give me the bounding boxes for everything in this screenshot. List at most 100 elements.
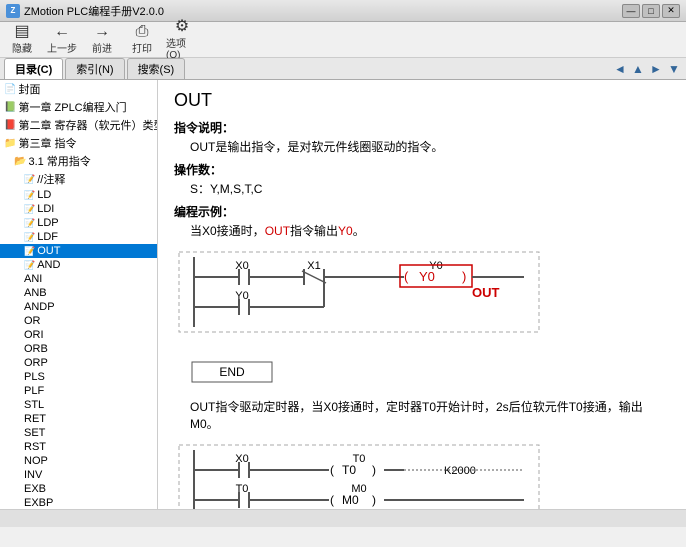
back-icon: ←	[54, 24, 70, 40]
nav-up-button[interactable]: ▲	[630, 61, 646, 77]
ld-icon: 📝	[24, 190, 35, 201]
chapter3-icon: 📁	[4, 138, 16, 149]
section31-icon: 📂	[14, 156, 26, 167]
sidebar-item-and[interactable]: 📝 AND	[0, 258, 157, 272]
svg-text:(: (	[404, 269, 409, 284]
svg-text:T0: T0	[236, 483, 249, 495]
svg-text:): )	[372, 493, 376, 507]
svg-text:): )	[372, 463, 376, 477]
svg-text:OUT: OUT	[472, 285, 500, 300]
ladder-svg-1: X0 X1 Y0 ( Y0 )	[174, 247, 554, 337]
and-icon: 📝	[24, 260, 35, 271]
sidebar-item-or[interactable]: OR	[0, 314, 157, 328]
sidebar-item-chapter1[interactable]: 📗 第一章 ZPLC编程入门	[0, 98, 157, 116]
sidebar-item-nop[interactable]: NOP	[0, 454, 157, 468]
svg-text:X0: X0	[235, 453, 248, 465]
sidebar-item-ani[interactable]: ANI	[0, 272, 157, 286]
end-block-svg: END	[190, 357, 310, 387]
back-label: 上一步	[47, 40, 77, 55]
tab-contents[interactable]: 目录(C)	[4, 58, 63, 79]
sidebar-item-set[interactable]: SET	[0, 426, 157, 440]
svg-text:Y0: Y0	[419, 269, 435, 284]
sidebar-item-comment[interactable]: 📝 //注释	[0, 170, 157, 188]
nav-forward-button[interactable]: ►	[648, 61, 664, 77]
svg-text:(: (	[330, 493, 334, 507]
maximize-button[interactable]: □	[642, 4, 660, 18]
sidebar-item-orp[interactable]: ORP	[0, 356, 157, 370]
main-area: 📄 封面 📗 第一章 ZPLC编程入门 📕 第二章 寄存器（软元件）类型 📁 第…	[0, 80, 686, 509]
nav-expand-button[interactable]: ▼	[666, 61, 682, 77]
title-bar: Z ZMotion PLC编程手册V2.0.0 — □ ✕	[0, 0, 686, 22]
toolbar: ▤ 隐藏 ← 上一步 → 前进 ⎙ 打印 ⚙ 选项(O)	[0, 22, 686, 58]
sidebar-item-cover[interactable]: 📄 封面	[0, 80, 157, 98]
nav-back-button[interactable]: ◄	[612, 61, 628, 77]
timer-desc: OUT指令驱动定时器，当X0接通时，定时器T0开始计时，2s后位软元件T0接通，…	[190, 398, 670, 432]
operand-label: 操作数：	[174, 161, 670, 178]
instruction-text: OUT是输出指令，是对软元件线圈驱动的指令。	[190, 138, 670, 155]
sidebar: 📄 封面 📗 第一章 ZPLC编程入门 📕 第二章 寄存器（软元件）类型 📁 第…	[0, 80, 158, 509]
window-controls: — □ ✕	[622, 4, 680, 18]
svg-text:): )	[462, 269, 466, 284]
sidebar-item-orb[interactable]: ORB	[0, 342, 157, 356]
content-panel: OUT 指令说明： OUT是输出指令，是对软元件线圈驱动的指令。 操作数： S：…	[158, 80, 686, 509]
sidebar-item-pls[interactable]: PLS	[0, 370, 157, 384]
print-label: 打印	[132, 40, 152, 55]
window-title: ZMotion PLC编程手册V2.0.0	[24, 3, 622, 19]
forward-label: 前进	[92, 40, 112, 55]
minimize-button[interactable]: —	[622, 4, 640, 18]
sidebar-item-exbp[interactable]: EXBP	[0, 496, 157, 509]
sidebar-item-anb[interactable]: ANB	[0, 286, 157, 300]
sidebar-item-inv[interactable]: INV	[0, 468, 157, 482]
ladder-diagram-2: X0 T0 ( T0 ) K2000 T0	[174, 440, 670, 509]
forward-icon: →	[94, 24, 110, 40]
svg-text:(: (	[330, 463, 334, 477]
sidebar-item-exb[interactable]: EXB	[0, 482, 157, 496]
status-bar	[0, 509, 686, 527]
sidebar-item-ld[interactable]: 📝 LD	[0, 188, 157, 202]
print-icon: ⎙	[136, 24, 149, 40]
svg-text:X0: X0	[235, 260, 248, 272]
sidebar-item-rst[interactable]: RST	[0, 440, 157, 454]
sidebar-item-stl[interactable]: STL	[0, 398, 157, 412]
comment-icon: 📝	[24, 174, 35, 185]
sidebar-item-chapter2[interactable]: 📕 第二章 寄存器（软元件）类型	[0, 116, 157, 134]
sidebar-item-andp[interactable]: ANDP	[0, 300, 157, 314]
options-label: 选项(O)	[166, 35, 198, 61]
sidebar-item-ldp[interactable]: 📝 LDP	[0, 216, 157, 230]
back-button[interactable]: ← 上一步	[44, 24, 80, 56]
svg-text:X1: X1	[307, 260, 320, 272]
hide-button[interactable]: ▤ 隐藏	[4, 24, 40, 56]
sidebar-item-ldf[interactable]: 📝 LDF	[0, 230, 157, 244]
sidebar-item-section31[interactable]: 📂 3.1 常用指令	[0, 152, 157, 170]
ldi-icon: 📝	[24, 204, 35, 215]
svg-text:M0: M0	[342, 493, 359, 507]
chapter1-icon: 📗	[4, 102, 16, 113]
ladder-svg-2: X0 T0 ( T0 ) K2000 T0	[174, 440, 554, 509]
app-icon: Z	[6, 4, 20, 18]
ladder-diagram-1: X0 X1 Y0 ( Y0 )	[174, 247, 670, 337]
hide-icon: ▤	[14, 24, 29, 40]
ldf-icon: 📝	[24, 232, 35, 243]
options-button[interactable]: ⚙ 选项(O)	[164, 24, 200, 56]
print-button[interactable]: ⎙ 打印	[124, 24, 160, 56]
content-title: OUT	[174, 90, 670, 111]
sidebar-item-plf[interactable]: PLF	[0, 384, 157, 398]
tab-bar: 目录(C) 索引(N) 搜索(S) ◄ ▲ ► ▼	[0, 58, 686, 80]
chapter2-icon: 📕	[4, 120, 16, 131]
sidebar-item-out[interactable]: 📝 OUT	[0, 244, 157, 258]
operand-text: S：Y,M,S,T,C	[190, 180, 670, 197]
tab-index[interactable]: 索引(N)	[65, 58, 124, 79]
doc-icon: 📄	[4, 84, 16, 95]
options-icon: ⚙	[175, 19, 189, 35]
sidebar-item-ret[interactable]: RET	[0, 412, 157, 426]
sidebar-item-ori[interactable]: ORI	[0, 328, 157, 342]
example-desc: 当X0接通时，OUT指令输出Y0。	[190, 222, 670, 239]
sidebar-item-chapter3[interactable]: 📁 第三章 指令	[0, 134, 157, 152]
sidebar-item-ldi[interactable]: 📝 LDI	[0, 202, 157, 216]
hide-label: 隐藏	[12, 40, 32, 55]
tab-search[interactable]: 搜索(S)	[127, 58, 186, 79]
svg-text:T0: T0	[342, 463, 356, 477]
close-button[interactable]: ✕	[662, 4, 680, 18]
forward-button[interactable]: → 前进	[84, 24, 120, 56]
svg-text:Y0: Y0	[235, 290, 248, 302]
